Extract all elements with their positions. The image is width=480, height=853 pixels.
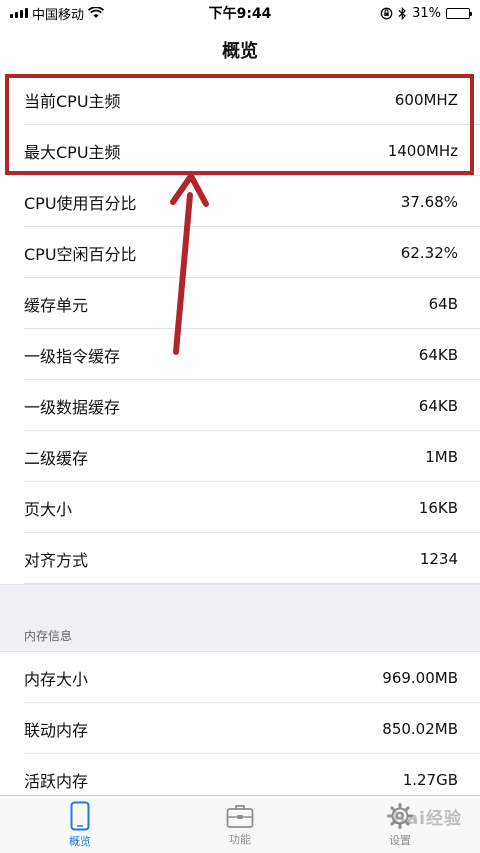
list-item[interactable]: CPU使用百分比 37.68%	[0, 176, 480, 227]
row-label: CPU使用百分比	[24, 193, 137, 213]
row-label: 缓存单元	[24, 295, 89, 315]
overview-list: 当前CPU主频 600MHZ 最大CPU主频 1400MHz CPU使用百分比 37.…	[0, 74, 480, 805]
row-label: 活跃内存	[24, 771, 89, 791]
row-label: 二级缓存	[24, 448, 89, 468]
tab-label: 功能	[229, 832, 251, 846]
row-value: 64B	[428, 294, 458, 313]
signal-icon	[10, 8, 28, 18]
battery-percent: 31%	[412, 5, 441, 21]
list-item[interactable]: 缓存单元 64B	[0, 278, 480, 329]
list-item[interactable]: 二级缓存 1MB	[0, 431, 480, 482]
row-label: 当前CPU主频	[24, 91, 121, 111]
list-item[interactable]: CPU空闲百分比 62.32%	[0, 227, 480, 278]
status-right: 31%	[310, 5, 472, 21]
carrier-label: 中国移动	[32, 7, 85, 23]
bluetooth-icon	[398, 6, 406, 20]
nav-bar: 概览	[0, 26, 480, 74]
row-label: 对齐方式	[24, 550, 89, 570]
row-value: 16KB	[418, 498, 458, 517]
tab-functions[interactable]: 功能	[160, 796, 320, 853]
section-gap	[0, 584, 480, 620]
status-time: 下午9:44	[208, 6, 272, 22]
row-value: 850.02MB	[382, 719, 458, 738]
row-value: 62.32%	[400, 243, 458, 262]
orientation-lock-icon	[380, 7, 393, 19]
row-value: 1400MHz	[387, 141, 458, 160]
row-value: 1MB	[425, 447, 458, 466]
row-label: 最大CPU主频	[24, 142, 121, 162]
row-label: CPU空闲百分比	[24, 244, 137, 264]
battery-icon	[446, 7, 472, 19]
row-value: 37.68%	[400, 192, 458, 211]
row-label: 一级指令缓存	[24, 346, 121, 366]
list-item[interactable]: 一级数据缓存 64KB	[0, 380, 480, 431]
list-item[interactable]: 最大CPU主频 1400MHz	[0, 125, 480, 176]
status-left: 中国移动	[10, 4, 170, 23]
row-value: 64KB	[418, 396, 458, 415]
list-item[interactable]: 联动内存 850.02MB	[0, 703, 480, 754]
tab-bar: 概览 功能 设置	[0, 795, 480, 853]
row-value: 1.27GB	[402, 770, 458, 789]
phone-icon	[70, 801, 90, 830]
gear-icon	[387, 802, 413, 829]
memory-section-header: 内存信息	[0, 620, 480, 652]
status-bar: 中国移动 下午9:44 31%	[0, 0, 480, 26]
list-item[interactable]: 一级指令缓存 64KB	[0, 329, 480, 380]
list-item[interactable]: 页大小 16KB	[0, 482, 480, 533]
row-label: 内存大小	[24, 669, 89, 689]
row-label: 页大小	[24, 499, 73, 519]
page-title: 概览	[222, 41, 258, 62]
tab-settings[interactable]: 设置	[320, 796, 480, 853]
row-value: 64KB	[418, 345, 458, 364]
tab-overview[interactable]: 概览	[0, 796, 160, 853]
list-item[interactable]: 当前CPU主频 600MHZ	[0, 74, 480, 125]
row-value: 969.00MB	[382, 668, 458, 687]
tab-label: 概览	[69, 834, 91, 848]
tab-label: 设置	[389, 833, 411, 847]
row-label: 一级数据缓存	[24, 397, 121, 417]
row-value: 600MHZ	[394, 90, 458, 109]
row-value: 1234	[419, 549, 458, 568]
list-item[interactable]: 内存大小 969.00MB	[0, 652, 480, 703]
wifi-icon	[88, 7, 105, 18]
list-item[interactable]: 对齐方式 1234	[0, 533, 480, 584]
row-label: 联动内存	[24, 720, 89, 740]
briefcase-icon	[226, 804, 254, 828]
